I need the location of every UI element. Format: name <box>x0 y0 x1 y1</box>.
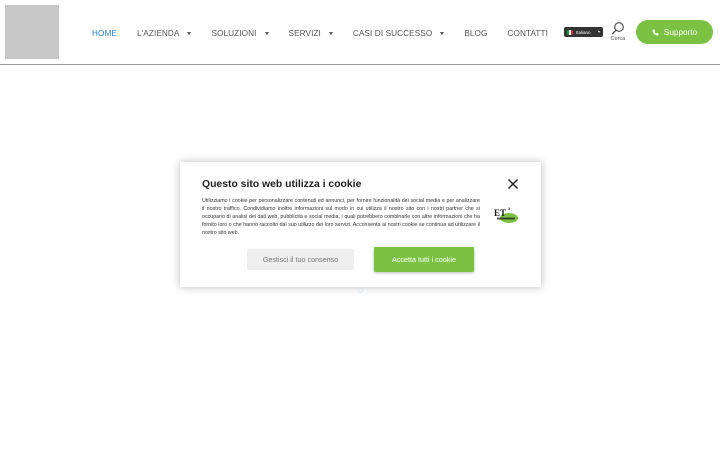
nav-item-label: L'azienda <box>136 28 180 38</box>
manage-consent-button[interactable]: Gestisci il tuo consenso <box>247 249 354 270</box>
svg-text:3: 3 <box>508 206 511 211</box>
close-button[interactable] <box>507 177 519 189</box>
site-header: Home L'azienda Soluzioni Servizi Casi di… <box>0 0 720 65</box>
brand-logo: ET 3 <box>492 205 520 225</box>
chevron-down-icon <box>328 31 333 35</box>
chevron-down-icon <box>440 31 445 35</box>
nav-item-servizi[interactable]: Servizi <box>289 29 333 38</box>
cookie-consent-dialog: Questo sito web utilizza i cookie Utiliz… <box>180 162 541 287</box>
search-icon <box>611 22 624 35</box>
nav-item-home[interactable]: Home <box>92 29 117 38</box>
chevron-down-icon <box>187 31 192 35</box>
accept-all-cookies-button[interactable]: Accetta tutti i cookie <box>374 247 474 272</box>
page: Home L'azienda Soluzioni Servizi Casi di… <box>0 0 720 450</box>
search-button[interactable]: Cerca <box>607 21 629 42</box>
close-icon <box>508 179 518 189</box>
cookie-dialog-text: Utilizziamo i cookie per personalizzare … <box>202 198 480 236</box>
nav-item-label: Soluzioni <box>211 28 257 38</box>
nav-item-casi-di-successo[interactable]: Casi di successo <box>352 28 445 38</box>
nav-item-blog[interactable]: Blog <box>464 29 487 38</box>
manage-consent-label: Gestisci il tuo consenso <box>262 255 339 264</box>
support-button[interactable]: Supporto <box>636 20 713 44</box>
site-logo[interactable] <box>5 5 59 59</box>
accept-all-label: Accetta tutti i cookie <box>392 255 456 264</box>
language-label: Italiano <box>576 29 591 35</box>
chevron-down-icon <box>264 31 269 35</box>
chevron-down-icon <box>598 31 600 33</box>
search-label: Cerca <box>610 36 626 42</box>
nav-item-azienda[interactable]: L'azienda <box>137 29 192 38</box>
support-label: Supporto <box>663 27 698 37</box>
nav-item-label: Home <box>92 28 117 38</box>
nav-item-label: Blog <box>464 28 488 38</box>
phone-icon <box>652 29 659 36</box>
loading-spinner <box>358 288 363 293</box>
brand-logo-text: ET <box>494 208 506 218</box>
italy-flag-icon <box>567 29 573 35</box>
nav-item-label: Casi di successo <box>352 28 433 38</box>
nav-item-label: Servizi <box>288 28 321 38</box>
nav-item-label: Contatti <box>507 28 549 38</box>
main-nav: Home L'azienda Soluzioni Servizi Casi di… <box>92 25 568 41</box>
nav-item-contatti[interactable]: Contatti <box>507 29 548 38</box>
nav-item-soluzioni[interactable]: Soluzioni <box>211 28 269 38</box>
language-selector[interactable]: Italiano <box>564 27 603 37</box>
cookie-dialog-title: Questo sito web utilizza i cookie <box>202 179 362 190</box>
